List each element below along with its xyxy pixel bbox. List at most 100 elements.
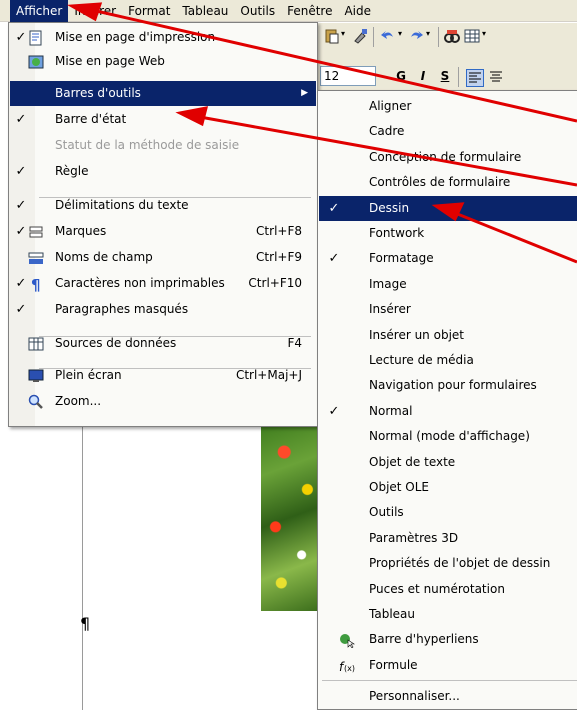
- toolbar-submenu-item[interactable]: ✓ Dessin: [319, 195, 577, 221]
- toolbar-submenu-item[interactable]: Paramètres 3D: [319, 526, 577, 551]
- paste-icon[interactable]: [324, 28, 340, 44]
- paste-dropdown-icon[interactable]: ▾: [341, 29, 345, 38]
- underline-button[interactable]: S: [436, 66, 454, 86]
- menu-item-label: Propriétés de l'objet de dessin: [369, 556, 551, 571]
- menu-item-label: Outils: [369, 505, 404, 520]
- afficher-menu-item: Statut de la méthode de saisie: [10, 133, 316, 158]
- checkmark-icon: ✓: [15, 164, 27, 179]
- toolbar-submenu-item[interactable]: Image: [319, 272, 577, 297]
- menu-item-label: Barre d'hyperliens: [369, 632, 479, 647]
- toolbar-submenu-item[interactable]: Conception de formulaire: [319, 145, 577, 170]
- table-dropdown-icon[interactable]: ▾: [482, 29, 486, 38]
- afficher-menu-item[interactable]: ✓ ¶ Caractères non imprimables Ctrl+F10: [10, 271, 316, 296]
- toolbar-submenu-item[interactable]: Tableau: [319, 602, 577, 627]
- toolbar-submenu-item[interactable]: Objet de texte: [319, 450, 577, 475]
- flower-photo: [261, 424, 319, 611]
- menu-item-label: Lecture de média: [369, 353, 474, 367]
- redo-dropdown-icon[interactable]: ▾: [426, 29, 430, 38]
- menu-item-shortcut: Ctrl+F10: [248, 276, 302, 290]
- toolbar-submenu-item[interactable]: Cadre: [319, 119, 577, 144]
- submenu-arrow-icon: ▶: [301, 88, 308, 98]
- svg-text:¶: ¶: [31, 276, 41, 292]
- table-icon[interactable]: [464, 28, 480, 44]
- toolbar-submenu-item[interactable]: ✓ Formatage: [319, 246, 577, 271]
- checkmark-icon: ✓: [15, 30, 27, 45]
- toolbar-submenu-item[interactable]: Barre d'hyperliens: [319, 627, 577, 652]
- menubar-item[interactable]: Outils: [234, 0, 281, 22]
- menu-item-label: Mise en page d'impression: [55, 30, 216, 44]
- menubar-item[interactable]: Format: [122, 0, 176, 22]
- menubar-item[interactable]: Aide: [338, 0, 377, 22]
- toolbar-submenu-item[interactable]: Propriétés de l'objet de dessin: [319, 551, 577, 576]
- toolbar-submenu-item[interactable]: Normal (mode d'affichage): [319, 424, 577, 449]
- afficher-menu-item[interactable]: Zoom...: [10, 389, 316, 414]
- toolbar-area: ▾ ▾ ▾ ▾ 12 G I S: [318, 23, 577, 93]
- afficher-menu-item[interactable]: Noms de champ Ctrl+F9: [10, 245, 316, 270]
- toolbar-submenu-item[interactable]: Aligner: [319, 94, 577, 119]
- menu-item-label: Plein écran: [55, 368, 122, 382]
- italic-button[interactable]: I: [414, 66, 432, 86]
- web-layout-icon: [28, 54, 44, 70]
- afficher-menu-item[interactable]: Barres d'outils ▶: [10, 81, 316, 106]
- afficher-menu-item[interactable]: ✓ Barre d'état: [10, 107, 316, 132]
- menubar-item[interactable]: Tableau: [176, 0, 234, 22]
- afficher-menu-item[interactable]: ✓ Mise en page d'impression: [10, 25, 316, 50]
- menu-item-label: Normal: [369, 403, 413, 418]
- data-sources-icon: [28, 336, 44, 352]
- svg-text:(x): (x): [344, 664, 355, 673]
- paragraph-mark: ¶: [80, 614, 91, 633]
- field-names-icon: [28, 250, 44, 266]
- formula-icon: f (x): [339, 658, 355, 674]
- toolbar-submenu-item[interactable]: Personnaliser...: [319, 684, 577, 709]
- toolbar-submenu-item[interactable]: Contrôles de formulaire: [319, 170, 577, 195]
- toolbar-submenu-item[interactable]: Insérer: [319, 297, 577, 322]
- align-center-icon[interactable]: [488, 69, 504, 85]
- toolbar-submenu-item[interactable]: f (x) Formule: [319, 653, 577, 678]
- checkmark-icon: ✓: [15, 112, 27, 127]
- menu-item-label: Paragraphes masqués: [55, 302, 189, 316]
- menu-item-label: Puces et numérotation: [369, 581, 505, 596]
- menubar-item[interactable]: Afficher: [10, 0, 69, 22]
- checkmark-icon: ✓: [15, 198, 27, 213]
- print-layout-icon: [28, 30, 44, 46]
- toolbar-submenu-item[interactable]: Navigation pour formulaires: [319, 373, 577, 398]
- font-size-field[interactable]: 12: [320, 66, 376, 86]
- hyperlink-bar-icon: [339, 632, 355, 649]
- afficher-menu-item[interactable]: ✓ Marques Ctrl+F8: [10, 219, 316, 244]
- menu-item-shortcut: F4: [287, 336, 302, 350]
- menu-item-label: Fontwork: [369, 226, 425, 240]
- menu-item-label: Cadre: [369, 124, 405, 139]
- afficher-menu-item[interactable]: ✓ Délimitations du texte: [10, 193, 316, 218]
- toolbar-submenu-item[interactable]: Insérer un objet: [319, 323, 577, 348]
- navigator-icon[interactable]: [444, 28, 460, 44]
- afficher-menu-item[interactable]: ✓ Paragraphes masqués: [10, 297, 316, 322]
- menu-item-label: Tableau: [369, 607, 415, 621]
- undo-dropdown-icon[interactable]: ▾: [398, 29, 402, 38]
- toolbar-submenu-item[interactable]: Fontwork: [319, 221, 577, 246]
- afficher-menu-item[interactable]: Sources de données F4: [10, 331, 316, 356]
- checkmark-icon: ✓: [328, 251, 340, 267]
- toolbar-submenu-item[interactable]: Outils: [319, 500, 577, 525]
- menu-item-label: Barres d'outils: [55, 86, 141, 100]
- menubar-item[interactable]: Insérer: [68, 0, 122, 22]
- toolbar-submenu-item[interactable]: Puces et numérotation: [319, 577, 577, 602]
- afficher-menu-item[interactable]: ✓ Règle: [10, 159, 316, 184]
- align-left-icon[interactable]: [466, 69, 484, 87]
- redo-icon[interactable]: [408, 28, 424, 44]
- menu-item-label: Contrôles de formulaire: [369, 175, 511, 190]
- afficher-menu-item[interactable]: Mise en page Web: [10, 49, 316, 74]
- menu-item-label: Navigation pour formulaires: [369, 378, 537, 393]
- afficher-menu-item[interactable]: Plein écran Ctrl+Maj+J: [10, 363, 316, 388]
- menubar-item[interactable]: Fenêtre: [281, 0, 338, 22]
- undo-icon[interactable]: [380, 28, 396, 44]
- menu-item-label: Barre d'état: [55, 112, 127, 126]
- bold-button[interactable]: G: [392, 66, 410, 86]
- menu-item-label: Formule: [369, 657, 418, 672]
- menu-item-label: Règle: [55, 164, 89, 178]
- text-boundary-line: [82, 420, 83, 710]
- toolbar-submenu-item[interactable]: Objet OLE: [319, 475, 577, 500]
- menu-item-label: Zoom...: [55, 394, 102, 408]
- format-paintbrush-icon[interactable]: [352, 28, 368, 44]
- toolbar-submenu-item[interactable]: ✓ Normal: [319, 399, 577, 424]
- toolbar-submenu-item[interactable]: Lecture de média: [319, 348, 577, 373]
